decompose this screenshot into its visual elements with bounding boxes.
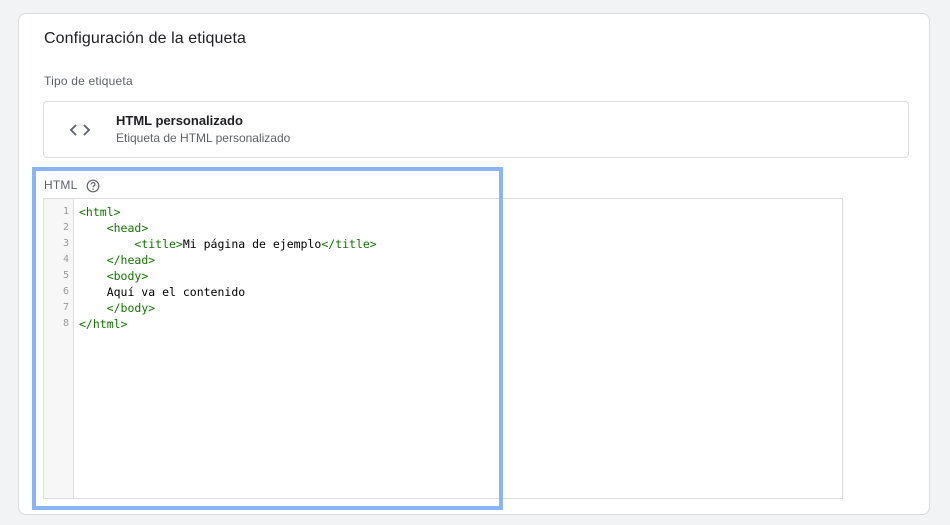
line-number: 1 [62, 206, 69, 217]
line-number: 3 [62, 238, 69, 249]
code-tag-token: <body> [106, 269, 149, 283]
code-tag-token: </html> [79, 317, 128, 331]
code-tag-token: </head> [106, 253, 156, 267]
code-line: <head> [79, 220, 149, 236]
code-tag-token: </body> [106, 301, 156, 315]
code-text-token: Mi página de ejemplo [182, 237, 322, 251]
code-line: <body> [79, 268, 149, 284]
code-area[interactable]: <html> <head> <title>Mi página de ejempl… [79, 204, 842, 498]
code-line: <html> [79, 204, 121, 220]
tag-type-section-label: Tipo de etiqueta [44, 74, 133, 88]
tag-type-description: Etiqueta de HTML personalizado [116, 131, 291, 145]
code-line: </head> [79, 252, 155, 268]
line-number-gutter: 1 2 3 4 5 6 7 8 [44, 199, 74, 498]
line-number: 5 [62, 270, 69, 281]
code-tag-token: </title> [321, 237, 377, 251]
code-tag-token: <head> [106, 221, 149, 235]
code-text-token: Aquí va el contenido [79, 285, 246, 299]
line-number: 6 [62, 286, 69, 297]
tag-configuration-card: Configuración de la etiqueta Tipo de eti… [18, 13, 930, 515]
html-field-label: HTML [44, 178, 78, 192]
code-line: </body> [79, 300, 155, 316]
tag-type-selector[interactable]: HTML personalizado Etiqueta de HTML pers… [43, 101, 909, 158]
html-code-editor[interactable]: 1 2 3 4 5 6 7 8 <html> <head> <title>Mi página … [43, 198, 843, 499]
card-title: Configuración de la etiqueta [44, 30, 247, 47]
code-tag-token: <title> [134, 237, 183, 251]
code-line: <title>Mi página de ejemplo</title> [79, 236, 377, 252]
line-number: 2 [62, 222, 69, 233]
help-circle-icon[interactable] [86, 179, 100, 193]
line-number: 8 [62, 318, 69, 329]
code-line: Aquí va el contenido [79, 284, 245, 300]
code-line: </html> [79, 316, 127, 332]
code-tag-token: <html> [79, 205, 121, 219]
tag-type-name: HTML personalizado [116, 113, 243, 128]
line-number: 7 [62, 302, 69, 313]
code-brackets-icon [69, 120, 91, 140]
line-number: 4 [62, 254, 69, 265]
